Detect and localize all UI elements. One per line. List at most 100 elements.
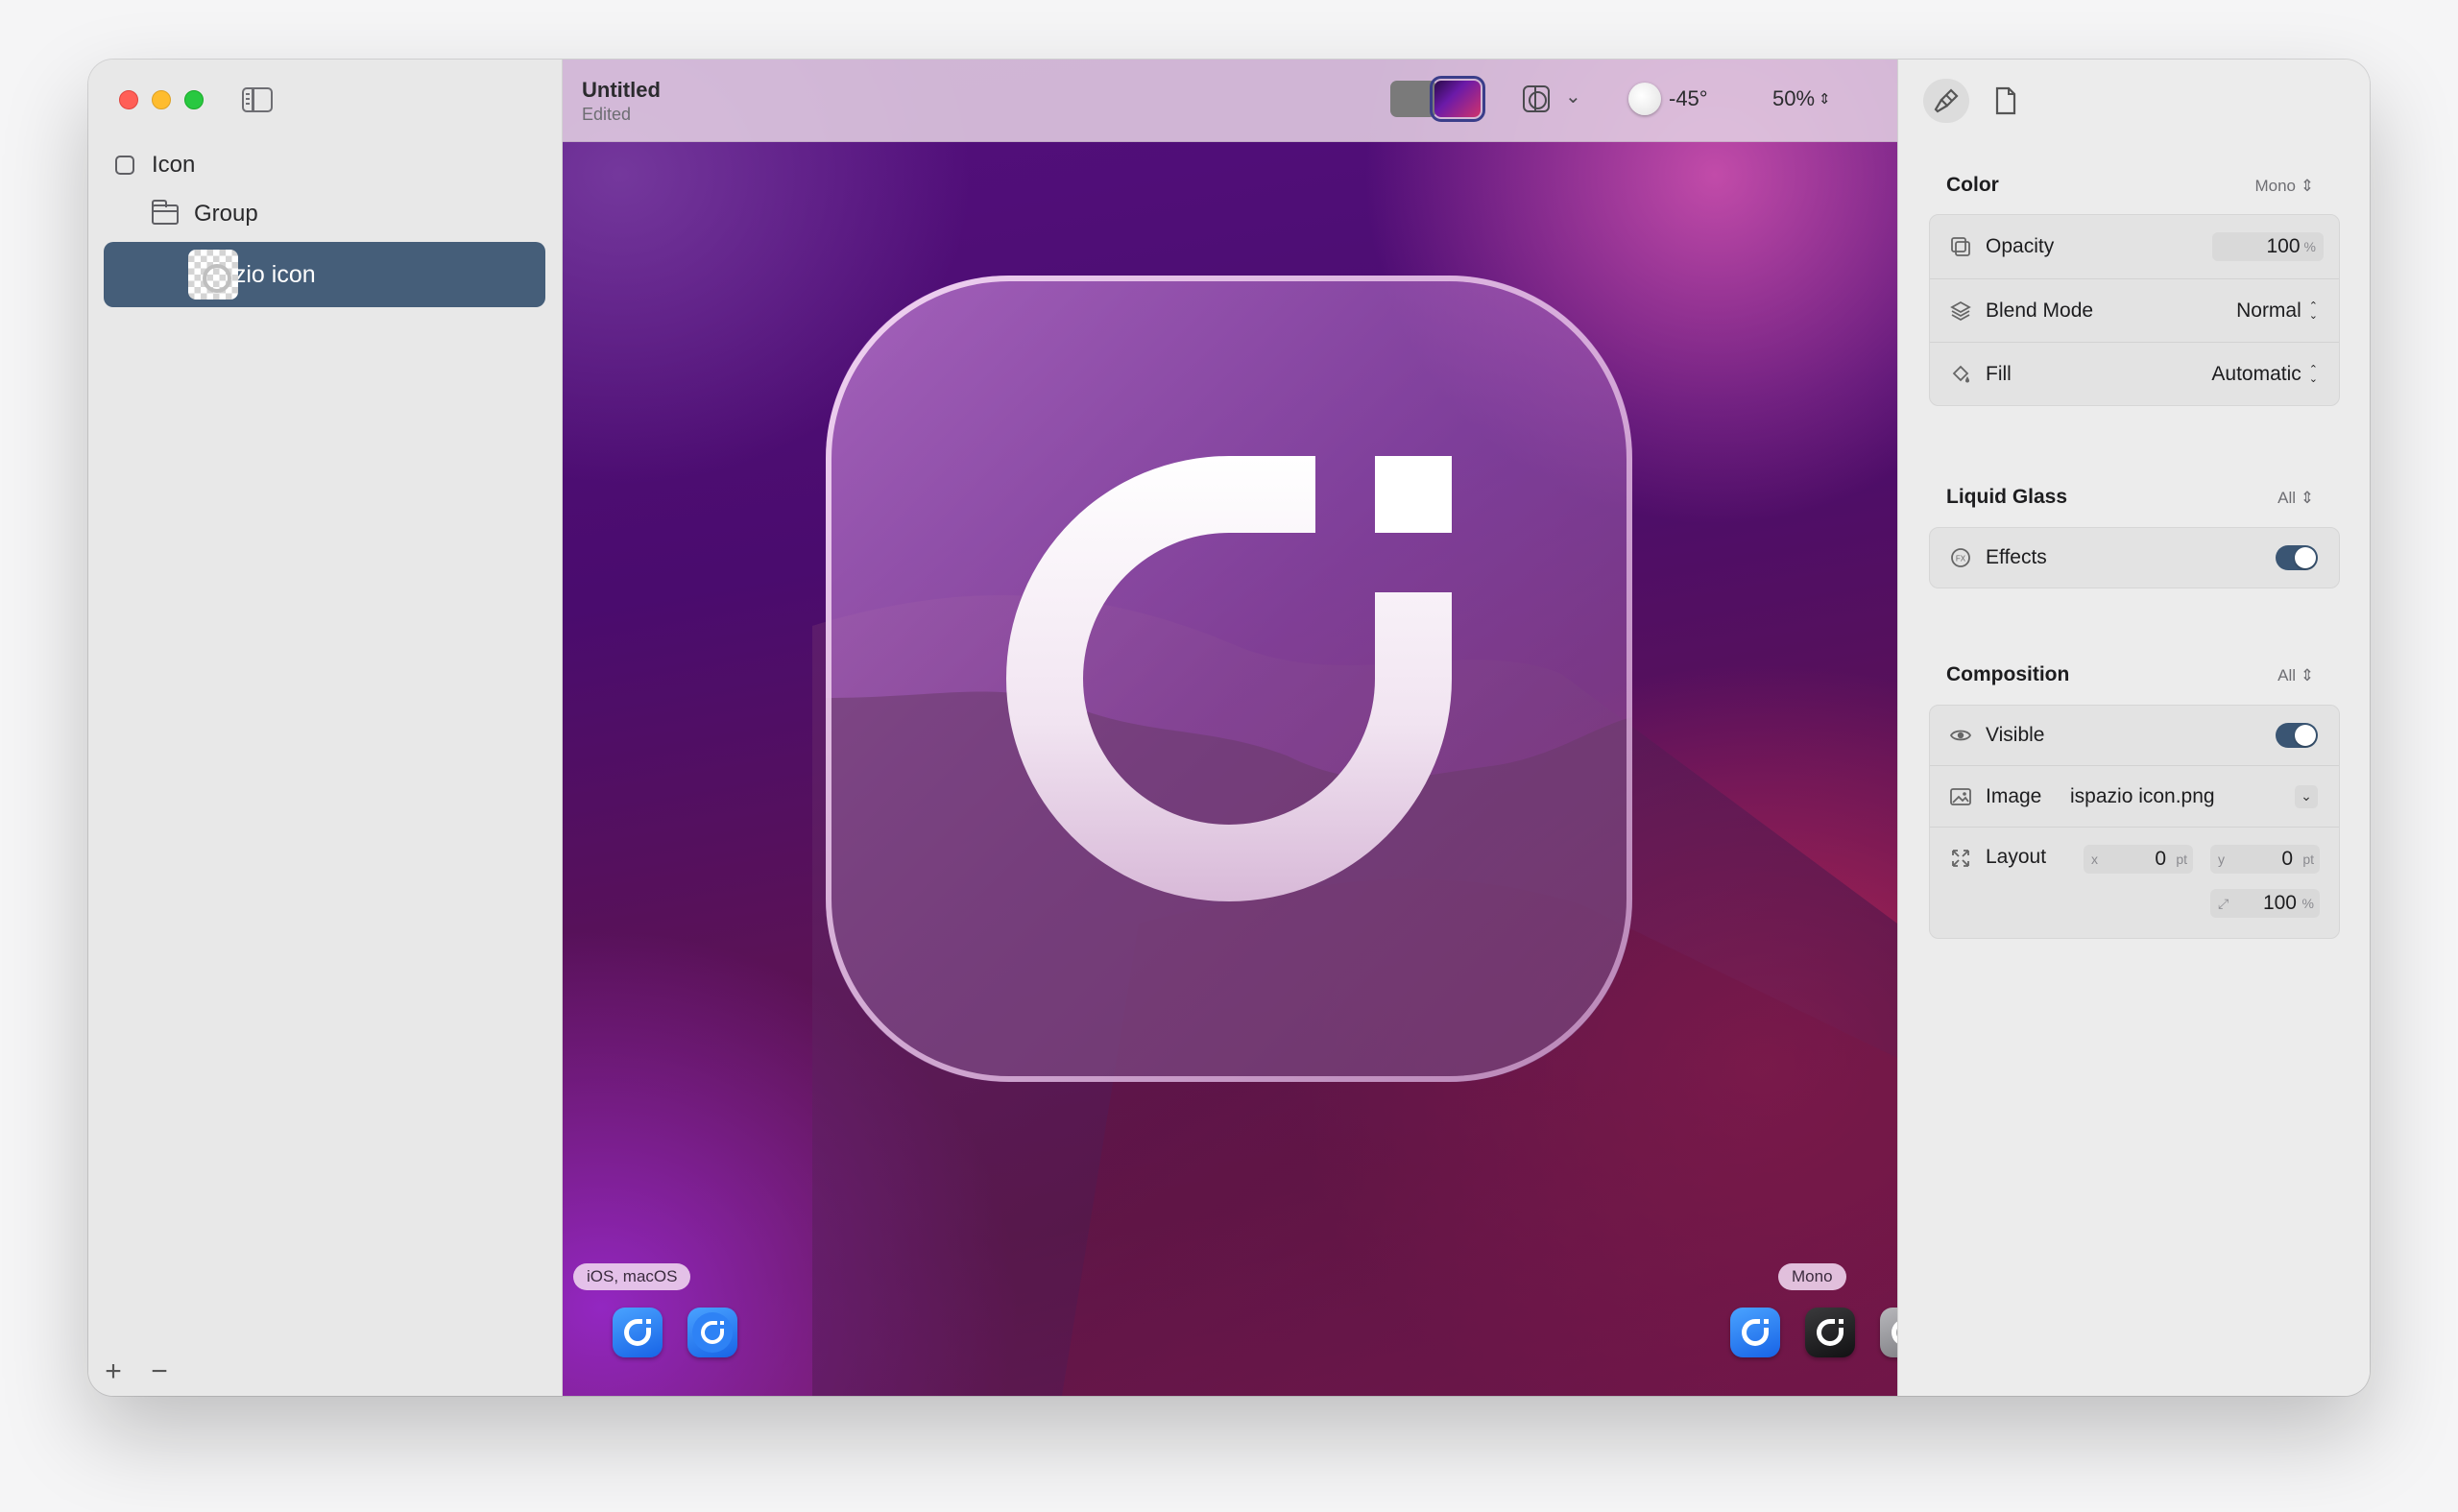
light-angle-dial[interactable] bbox=[1628, 83, 1661, 115]
fill-value: Automatic bbox=[2211, 362, 2301, 385]
blend-mode-value: Normal bbox=[2236, 299, 2301, 322]
composition-section-title: Composition bbox=[1946, 663, 2070, 685]
fill-popup[interactable]: Automatic ⌃ ⌄ bbox=[2211, 363, 2318, 386]
default-preview-icon[interactable] bbox=[1730, 1308, 1780, 1357]
folder-icon bbox=[151, 199, 179, 225]
effects-row: FX Effects bbox=[1930, 528, 2339, 588]
y-value: 0 bbox=[2281, 848, 2293, 870]
composition-mode-popup[interactable]: All ⇕ bbox=[2277, 666, 2314, 685]
effects-label: Effects bbox=[1986, 546, 2047, 568]
layout-label: Layout bbox=[1986, 846, 2047, 868]
sidebar-item-ispazio-icon[interactable]: ispazio icon bbox=[104, 242, 545, 307]
app-window: Icon Group ispazio icon + − Untitled Edi… bbox=[88, 60, 2370, 1396]
opacity-value: 100 bbox=[2266, 235, 2301, 257]
svg-text:FX: FX bbox=[1956, 555, 1966, 564]
visible-label: Visible bbox=[1986, 724, 2045, 746]
sidebar-item-group[interactable]: Group bbox=[151, 199, 258, 228]
zoom-value: 50% bbox=[1772, 86, 1816, 110]
minimize-window-button[interactable] bbox=[152, 90, 171, 109]
scale-value: 100 bbox=[2262, 892, 2297, 914]
canvas-toolbar: Untitled Edited ⌄ -45° 50% ⇕ bbox=[563, 60, 1897, 142]
document-icon bbox=[1995, 86, 2016, 115]
y-unit: pt bbox=[2302, 852, 2314, 867]
fill-label: Fill bbox=[1986, 362, 2012, 385]
mono-badge: Mono bbox=[1778, 1263, 1846, 1290]
tab-document[interactable] bbox=[1983, 79, 2029, 123]
visible-toggle[interactable] bbox=[2276, 723, 2318, 748]
blend-mode-row: Blend Mode Normal ⌃ ⌄ bbox=[1930, 278, 2339, 342]
light-angle-value: -45° bbox=[1669, 86, 1708, 110]
layer-thumbnail-icon bbox=[188, 250, 238, 300]
opacity-field[interactable]: 100% bbox=[2212, 232, 2324, 261]
photo-icon bbox=[1950, 787, 1971, 805]
opacity-label: Opacity bbox=[1986, 235, 2055, 257]
add-layer-button[interactable]: + bbox=[102, 1356, 125, 1388]
x-value: 0 bbox=[2155, 848, 2166, 870]
app-icon-preview bbox=[826, 276, 1632, 1082]
scale-unit: % bbox=[2301, 896, 2314, 911]
dark-preview-icon[interactable] bbox=[1805, 1308, 1855, 1357]
color-mode-popup[interactable]: Mono ⇕ bbox=[2254, 177, 2314, 196]
updown-chevron-icon: ⇕ bbox=[2300, 489, 2314, 507]
inspector-panel: Color Mono ⇕ Opacity 100% Blend Mode Nor… bbox=[1897, 60, 2370, 1396]
scale-arrow-icon: ⤢ bbox=[2218, 895, 2229, 911]
composition-mode-label: All bbox=[2277, 666, 2297, 684]
sidebar: Icon Group ispazio icon + − bbox=[88, 60, 563, 1396]
liquid-glass-section-title: Liquid Glass bbox=[1946, 486, 2068, 508]
opacity-icon bbox=[1951, 237, 1970, 256]
gray-background-swatch[interactable] bbox=[1390, 81, 1436, 117]
image-label: Image bbox=[1986, 784, 2042, 807]
zoom-window-button[interactable] bbox=[184, 90, 204, 109]
liquid-glass-card: FX Effects bbox=[1929, 527, 2340, 588]
opacity-row: Opacity 100% bbox=[1930, 215, 2339, 278]
platform-badge: iOS, macOS bbox=[573, 1263, 691, 1290]
sidebar-item-label: Group bbox=[194, 201, 258, 227]
layout-x-field[interactable]: x 0 pt bbox=[2084, 845, 2193, 874]
document-status: Edited bbox=[582, 105, 632, 124]
visible-row: Visible bbox=[1930, 706, 2339, 765]
paintbrush-icon bbox=[1934, 88, 1959, 113]
color-section-title: Color bbox=[1946, 174, 1999, 196]
fill-row: Fill Automatic ⌃ ⌄ bbox=[1930, 342, 2339, 405]
sidebar-item-label: Icon bbox=[152, 152, 196, 178]
zoom-popup[interactable]: 50% ⇕ bbox=[1772, 86, 1831, 111]
paint-bucket-icon bbox=[1952, 365, 1969, 382]
liquid-glass-mode-label: All bbox=[2277, 489, 2297, 507]
effects-toggle[interactable] bbox=[2276, 545, 2318, 570]
remove-layer-button[interactable]: − bbox=[148, 1356, 171, 1388]
macos-preview-icon[interactable] bbox=[687, 1308, 737, 1357]
color-card: Opacity 100% Blend Mode Normal ⌃ ⌄ Fill Au… bbox=[1929, 214, 2340, 406]
effects-icon: FX bbox=[1951, 548, 1970, 567]
layout-y-field[interactable]: y 0 pt bbox=[2210, 845, 2320, 874]
chevron-down-icon[interactable]: ⌄ bbox=[2295, 784, 2318, 808]
resize-arrows-icon bbox=[1952, 850, 1969, 867]
layout-scale-field[interactable]: ⤢ 100 % bbox=[2210, 889, 2320, 918]
eye-icon bbox=[1949, 730, 1972, 741]
ios-light-preview-icon[interactable] bbox=[613, 1308, 663, 1357]
layers-icon bbox=[1950, 300, 1971, 321]
image-row: Image ispazio icon.png ⌄ bbox=[1930, 765, 2339, 827]
wallpaper-background-swatch[interactable] bbox=[1430, 76, 1485, 122]
blend-mode-popup[interactable]: Normal ⌃ ⌄ bbox=[2236, 300, 2318, 323]
updown-chevron-icon: ⇕ bbox=[2300, 177, 2314, 195]
sidebar-toggle-icon[interactable] bbox=[242, 87, 273, 112]
x-axis-label: x bbox=[2091, 852, 2098, 867]
updown-chevron-icon: ⇕ bbox=[2300, 666, 2314, 684]
close-window-button[interactable] bbox=[119, 90, 138, 109]
chevron-down-icon[interactable]: ⌄ bbox=[1565, 84, 1581, 108]
image-file-name[interactable]: ispazio icon.png bbox=[2070, 785, 2215, 808]
color-mode-label: Mono bbox=[2254, 177, 2297, 195]
tab-appearance[interactable] bbox=[1923, 79, 1969, 123]
document-title: Untitled bbox=[582, 78, 661, 102]
composition-card: Visible Image ispazio icon.png ⌄ Layout … bbox=[1929, 705, 2340, 939]
sidebar-item-icon[interactable]: Icon bbox=[115, 152, 195, 179]
updown-chevron-icon: ⌃ ⌄ bbox=[2308, 363, 2318, 385]
window-controls bbox=[119, 90, 204, 109]
grid-overlay-icon[interactable] bbox=[1523, 85, 1550, 112]
liquid-glass-mode-popup[interactable]: All ⇕ bbox=[2277, 489, 2314, 508]
layout-row: Layout x 0 pt y 0 pt ⤢ 100 % bbox=[1930, 827, 2339, 938]
blend-mode-label: Blend Mode bbox=[1986, 299, 2094, 322]
y-axis-label: y bbox=[2218, 852, 2225, 867]
square-icon bbox=[115, 156, 134, 175]
updown-chevron-icon: ⇕ bbox=[1819, 91, 1831, 108]
